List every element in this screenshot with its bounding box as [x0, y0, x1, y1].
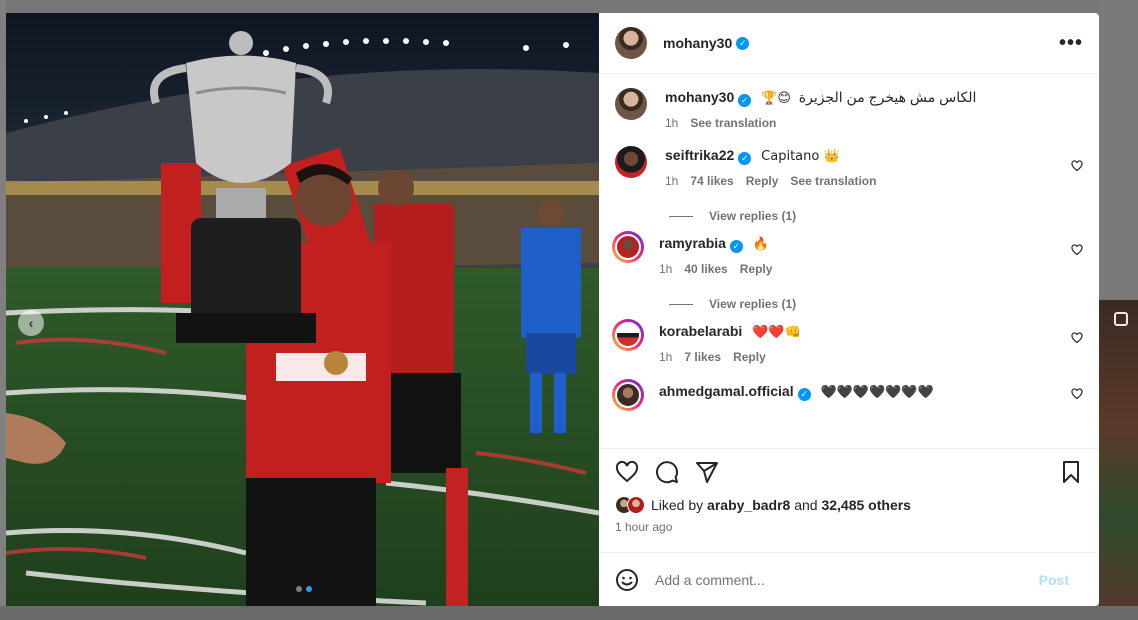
liker-avatar: [627, 496, 645, 514]
caption-text: الكاس مش هيخرج من الجزيرة: [798, 89, 977, 105]
carousel-dots: [296, 586, 312, 592]
post-comment-button[interactable]: Post: [1039, 572, 1069, 588]
carousel-dot: [296, 586, 302, 592]
post-header: mohany30 ✓ •••: [599, 13, 1099, 74]
commenter-avatar[interactable]: [612, 379, 644, 411]
post-side-panel: mohany30 ✓ ••• mohany30 ✓ 🏆😊 الكاس مش هيخ…: [599, 13, 1099, 606]
comment-likes[interactable]: 74 likes: [690, 174, 733, 188]
comment-bubble-icon[interactable]: [655, 460, 679, 484]
comment-text: 🖤🖤🖤🖤🖤🖤🖤: [820, 385, 934, 400]
replies-divider: [669, 303, 693, 305]
save-bookmark-icon[interactable]: [1059, 460, 1083, 484]
liked-by-and: and: [794, 497, 818, 513]
view-replies-label[interactable]: View replies (1): [709, 209, 796, 223]
post-timestamp[interactable]: 1 hour ago: [599, 516, 1099, 542]
caption: mohany30 ✓ 🏆😊 الكاس مش هيخرج من الجزيرة 1…: [615, 74, 1083, 130]
verified-badge-icon: ✓: [738, 152, 752, 165]
comment-item: korabelarabi ❤️❤️👊 1h 7 likes Reply: [612, 312, 1083, 364]
like-comment-icon[interactable]: [1071, 160, 1083, 172]
comment-time[interactable]: 1h: [659, 262, 672, 276]
commenter-username[interactable]: ramyrabia: [659, 235, 726, 251]
commenter-username[interactable]: seiftrika22: [665, 147, 734, 163]
comment-text: ❤️❤️👊: [752, 325, 801, 340]
verified-badge-icon: ✓: [729, 240, 743, 253]
verified-badge-icon: ✓: [738, 94, 752, 107]
like-comment-icon[interactable]: [1071, 388, 1083, 400]
commenter-username[interactable]: korabelarabi: [659, 323, 742, 339]
like-comment-icon[interactable]: [1071, 332, 1083, 344]
caption-username[interactable]: mohany30: [665, 89, 734, 105]
liked-by-prefix: Liked by: [651, 497, 704, 513]
comments-list[interactable]: mohany30 ✓ 🏆😊 الكاس مش هيخرج من الجزيرة 1…: [599, 74, 1099, 448]
like-heart-icon[interactable]: [615, 460, 639, 484]
comment-input[interactable]: [655, 571, 1039, 588]
comment-item: ahmedgamal.official ✓ 🖤🖤🖤🖤🖤🖤🖤: [612, 364, 1083, 411]
liked-by: Liked by araby_badr8 and 32,485 others: [599, 494, 1099, 516]
view-replies-label[interactable]: View replies (1): [709, 297, 796, 311]
background-thumbnail-row: [0, 606, 1138, 620]
commenter-avatar[interactable]: [612, 231, 644, 263]
previous-slide-button[interactable]: ‹: [18, 310, 44, 336]
like-comment-icon[interactable]: [1071, 244, 1083, 256]
verified-badge-icon: ✓: [797, 388, 811, 401]
more-options-icon[interactable]: •••: [1059, 32, 1083, 55]
replies-divider: [669, 215, 693, 217]
commenter-username[interactable]: ahmedgamal.official: [659, 383, 794, 399]
author-avatar[interactable]: [615, 88, 647, 120]
caption-time[interactable]: 1h: [665, 116, 678, 130]
liked-by-user[interactable]: araby_badr8: [707, 497, 790, 513]
liked-by-others[interactable]: 32,485 others: [821, 497, 911, 513]
carousel-icon: [1114, 312, 1128, 326]
comment-item: ramyrabia ✓ 🔥 1h 40 likes Reply: [612, 224, 1083, 276]
reply-button[interactable]: Reply: [733, 350, 766, 364]
post-media[interactable]: ‹: [6, 13, 599, 606]
comment-likes[interactable]: 40 likes: [684, 262, 727, 276]
author-avatar[interactable]: [615, 27, 647, 59]
see-translation-link[interactable]: See translation: [690, 116, 776, 130]
reply-button[interactable]: Reply: [740, 262, 773, 276]
post-photo: [6, 13, 599, 606]
post-actions: [599, 448, 1099, 494]
comment-time[interactable]: 1h: [665, 174, 678, 188]
reply-button[interactable]: Reply: [746, 174, 779, 188]
comment-item: seiftrika22 ✓ Capitano 👑 1h 74 likes Repl…: [615, 130, 1083, 188]
verified-badge-icon: ✓: [736, 36, 750, 50]
comment-text: 🔥: [752, 237, 770, 252]
see-translation-link[interactable]: See translation: [790, 174, 876, 188]
commenter-avatar[interactable]: [615, 146, 647, 178]
caption-emoji: 🏆😊: [761, 91, 791, 106]
author-username[interactable]: mohany30: [663, 35, 732, 51]
emoji-picker-icon[interactable]: [615, 568, 639, 592]
background-thumbnail[interactable]: [1099, 300, 1138, 610]
comment-likes[interactable]: 7 likes: [684, 350, 721, 364]
view-replies-button[interactable]: View replies (1): [615, 188, 1083, 224]
carousel-dot-active: [306, 586, 312, 592]
view-replies-button[interactable]: View replies (1): [615, 276, 1083, 312]
share-send-icon[interactable]: [695, 460, 719, 484]
commenter-avatar[interactable]: [612, 319, 644, 351]
liker-avatars[interactable]: [615, 496, 645, 514]
comment-time[interactable]: 1h: [659, 350, 672, 364]
add-comment-bar: Post: [599, 552, 1099, 606]
comment-text: Capitano 👑: [761, 149, 840, 164]
